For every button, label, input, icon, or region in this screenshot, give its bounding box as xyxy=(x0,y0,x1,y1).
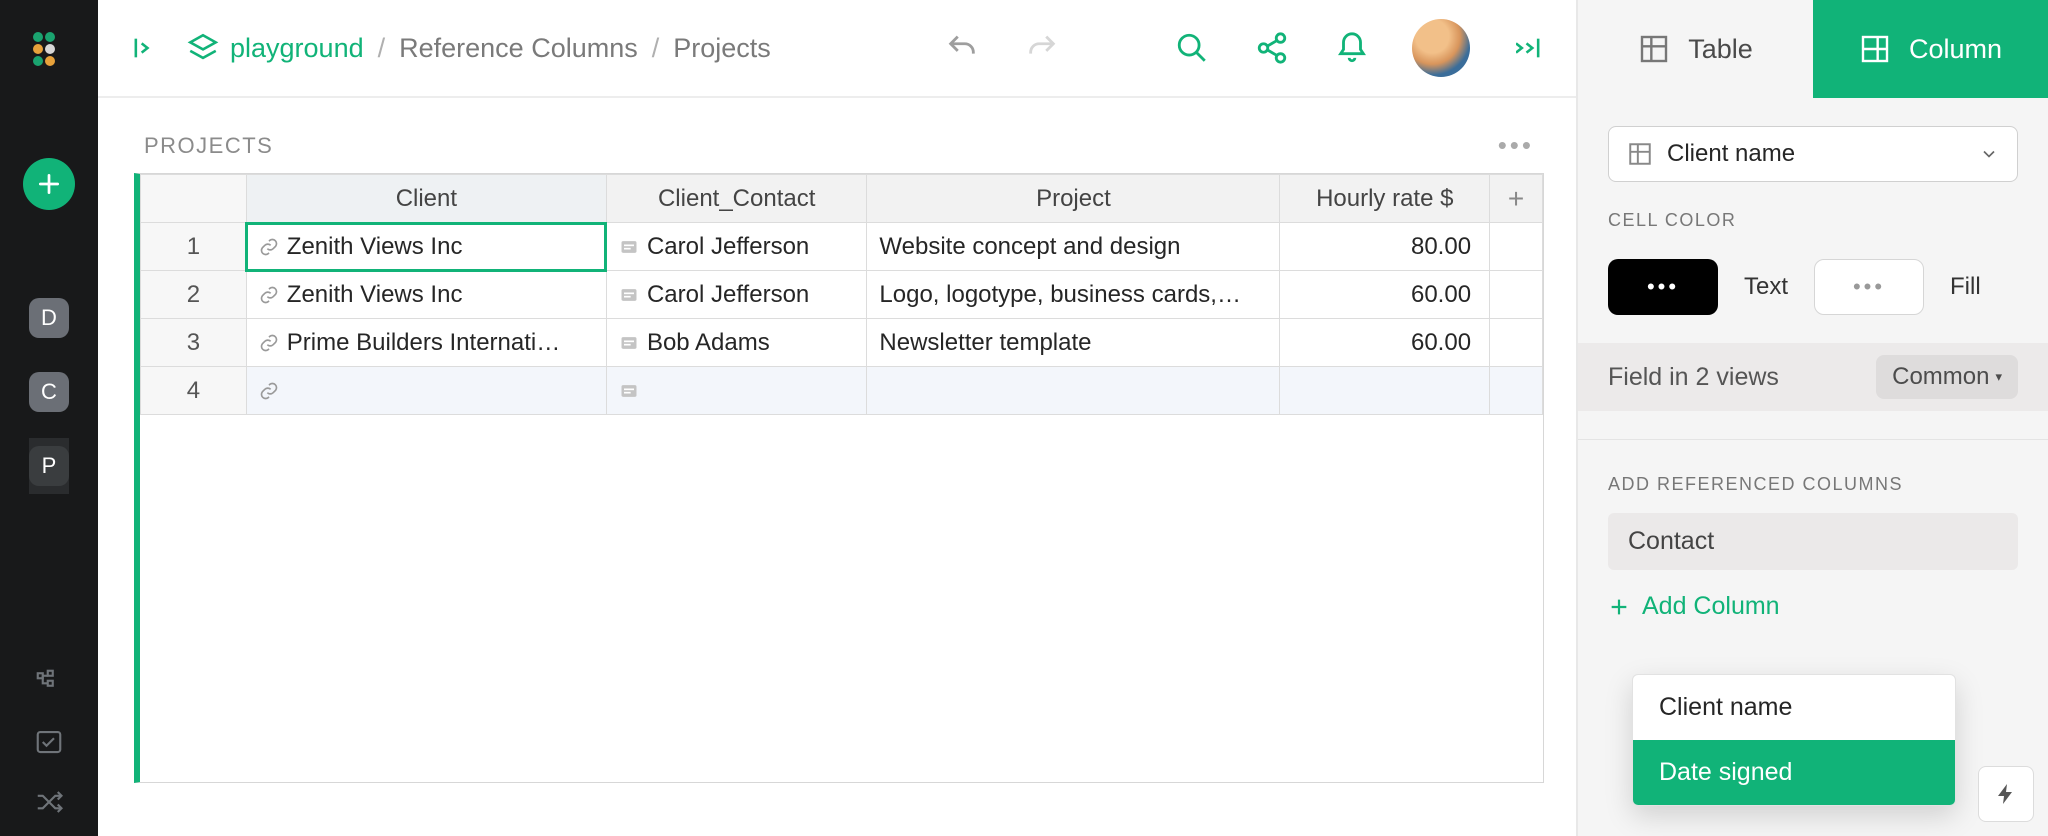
card-icon xyxy=(619,381,639,401)
chevron-down-icon xyxy=(1979,144,1999,164)
cell-contact[interactable]: Bob Adams xyxy=(606,319,866,367)
cell-client[interactable] xyxy=(246,367,606,415)
popup-item-client-name[interactable]: Client name xyxy=(1633,675,1955,740)
right-panel: Table Column Client name CELL COLOR ••• … xyxy=(1578,0,2048,836)
add-doc-button[interactable] xyxy=(23,158,75,210)
bolt-button[interactable] xyxy=(1978,766,2034,822)
card-icon xyxy=(619,237,639,257)
tab-column[interactable]: Column xyxy=(1813,0,2048,98)
app-logo[interactable] xyxy=(0,0,98,98)
cell-rate[interactable]: 60.00 xyxy=(1280,319,1490,367)
field-select[interactable]: Client name xyxy=(1608,126,2018,182)
cell-project[interactable] xyxy=(867,367,1280,415)
breadcrumb-mid[interactable]: Reference Columns xyxy=(399,33,638,64)
sheet-title: PROJECTS xyxy=(144,133,273,159)
validate-icon[interactable] xyxy=(33,726,65,758)
breadcrumb-leaf[interactable]: Projects xyxy=(673,33,771,64)
link-icon xyxy=(259,333,279,353)
table-row[interactable]: 4 xyxy=(141,367,1543,415)
share-icon[interactable] xyxy=(1252,28,1292,68)
search-icon[interactable] xyxy=(1172,28,1212,68)
link-icon xyxy=(259,381,279,401)
col-header-contact[interactable]: Client_Contact xyxy=(606,175,866,223)
cell-project[interactable]: Newsletter template xyxy=(867,319,1280,367)
col-header-client[interactable]: Client xyxy=(246,175,606,223)
cell-contact[interactable] xyxy=(606,367,866,415)
shuffle-icon[interactable] xyxy=(33,786,65,818)
code-icon[interactable] xyxy=(33,666,65,698)
field-views-text: Field in 2 views xyxy=(1608,363,1779,392)
cell-rate[interactable]: 80.00 xyxy=(1280,223,1490,271)
undo-icon[interactable] xyxy=(942,28,982,68)
add-column-header[interactable]: + xyxy=(1490,175,1543,223)
add-column-link[interactable]: Add Column xyxy=(1608,592,2018,621)
link-icon xyxy=(259,285,279,305)
cell-client[interactable]: Zenith Views Inc xyxy=(246,223,606,271)
add-column-popup: Client name Date signed xyxy=(1632,674,1956,806)
fill-color-swatch[interactable]: ••• xyxy=(1814,259,1924,315)
link-icon xyxy=(259,237,279,257)
doc-tile-c[interactable]: C xyxy=(29,372,69,412)
bell-icon[interactable] xyxy=(1332,28,1372,68)
table-row[interactable]: 2Zenith Views IncCarol JeffersonLogo, lo… xyxy=(141,271,1543,319)
table-row[interactable]: 3Prime Builders Internati…Bob AdamsNewsl… xyxy=(141,319,1543,367)
cell-project[interactable]: Website concept and design xyxy=(867,223,1280,271)
ref-cols-label: ADD REFERENCED COLUMNS xyxy=(1608,474,2018,495)
redo-icon[interactable] xyxy=(1022,28,1062,68)
left-rail: D C P xyxy=(0,0,98,836)
cell-contact[interactable]: Carol Jefferson xyxy=(606,271,866,319)
breadcrumb-root[interactable]: playground xyxy=(230,33,364,64)
expand-right-icon[interactable] xyxy=(124,28,164,68)
top-bar: playground / Reference Columns / Project… xyxy=(98,0,1576,98)
doc-tile-d[interactable]: D xyxy=(29,298,69,338)
card-icon xyxy=(619,333,639,353)
common-dropdown[interactable]: Common▾ xyxy=(1876,355,2018,399)
cell-client[interactable]: Zenith Views Inc xyxy=(246,271,606,319)
breadcrumb: playground / Reference Columns / Project… xyxy=(230,33,771,64)
cell-contact[interactable]: Carol Jefferson xyxy=(606,223,866,271)
cell-project[interactable]: Logo, logotype, business cards,… xyxy=(867,271,1280,319)
col-header-project[interactable]: Project xyxy=(867,175,1280,223)
popup-item-date-signed[interactable]: Date signed xyxy=(1633,740,1955,805)
text-color-swatch[interactable]: ••• xyxy=(1608,259,1718,315)
col-rownum xyxy=(141,175,247,223)
data-grid[interactable]: Client Client_Contact Project Hourly rat… xyxy=(134,173,1544,783)
cell-color-label: CELL COLOR xyxy=(1608,210,2018,231)
sheet-menu-icon[interactable]: ••• xyxy=(1498,130,1534,161)
cell-client[interactable]: Prime Builders Internati… xyxy=(246,319,606,367)
avatar[interactable] xyxy=(1412,19,1470,77)
ref-col-contact[interactable]: Contact xyxy=(1608,513,2018,570)
layers-icon[interactable] xyxy=(186,31,220,65)
cell-rate[interactable]: 60.00 xyxy=(1280,271,1490,319)
card-icon xyxy=(619,285,639,305)
cell-rate[interactable] xyxy=(1280,367,1490,415)
col-header-rate[interactable]: Hourly rate $ xyxy=(1280,175,1490,223)
tab-table[interactable]: Table xyxy=(1578,0,1813,98)
doc-tile-p[interactable]: P xyxy=(29,446,69,486)
collapse-panel-icon[interactable] xyxy=(1510,28,1550,68)
table-row[interactable]: 1Zenith Views IncCarol JeffersonWebsite … xyxy=(141,223,1543,271)
